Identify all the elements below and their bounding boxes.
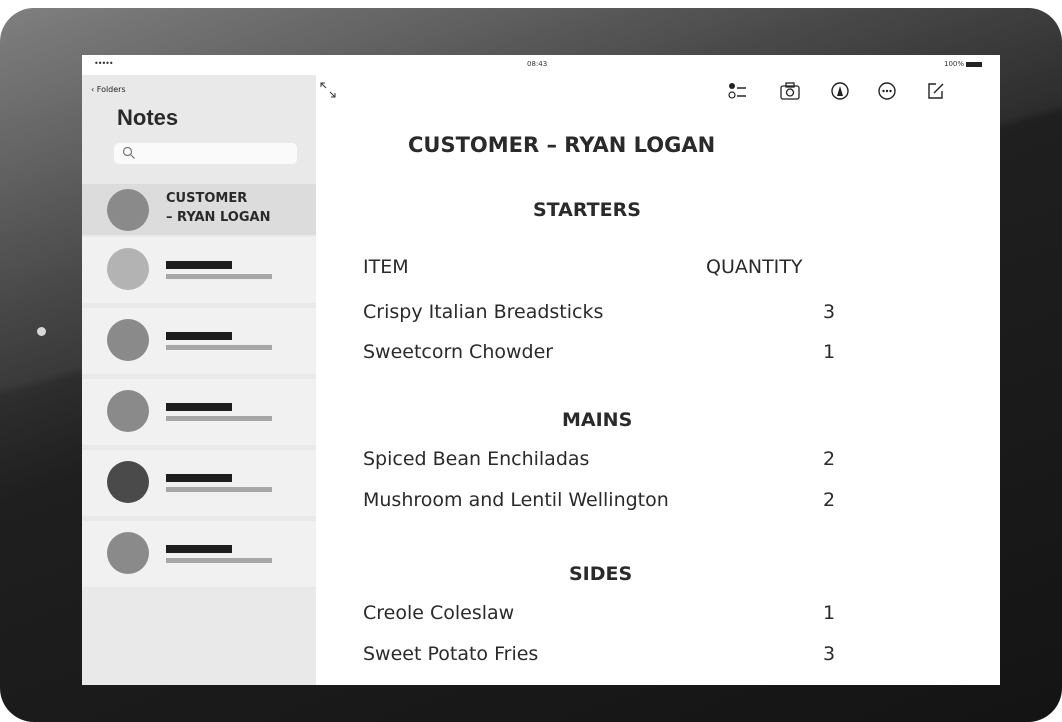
starter-item-name: Crispy Italian Breadsticks (363, 301, 604, 323)
note-list-item[interactable] (82, 521, 316, 587)
back-to-folders-link[interactable]: ‹ Folders (91, 85, 126, 94)
front-camera (37, 327, 46, 336)
column-header-quantity: QUANTITY (706, 256, 803, 278)
side-item-name: Sweet Potato Fries (363, 643, 539, 665)
sides-heading: SIDES (569, 563, 633, 585)
note-title-placeholder (166, 403, 232, 411)
chevron-left-icon: ‹ (91, 85, 95, 94)
starter-item-quantity: 3 (823, 301, 836, 323)
note-title-placeholder (166, 545, 232, 553)
note-list-item[interactable] (82, 237, 316, 303)
tablet-screen: ••••• 08:43 100% ‹ Folders Notes CUSTOME… (82, 55, 1000, 685)
search-icon (122, 146, 135, 159)
battery-icon (966, 61, 982, 67)
note-avatar (107, 248, 149, 290)
active-note-title: CUSTOMER – RYAN LOGAN (166, 189, 270, 227)
expand-icon[interactable] (320, 82, 336, 98)
note-list-item-active[interactable]: CUSTOMER – RYAN LOGAN (82, 184, 316, 235)
signal-indicator: ••••• (94, 59, 114, 68)
note-preview-placeholder (166, 345, 272, 350)
note-avatar (107, 319, 149, 361)
sidebar-title: Notes (117, 105, 179, 130)
status-time: 08:43 (527, 60, 548, 68)
active-note-title-line2: – RYAN LOGAN (166, 210, 271, 225)
starters-heading: STARTERS (533, 199, 641, 221)
main-item-quantity: 2 (823, 489, 836, 511)
note-avatar (107, 189, 149, 231)
mains-heading: MAINS (562, 409, 633, 431)
note-title-placeholder (166, 332, 232, 340)
side-item-quantity: 3 (823, 643, 836, 665)
search-input[interactable] (114, 143, 297, 164)
status-bar: ••••• 08:43 100% (82, 55, 1000, 75)
column-header-item: ITEM (363, 256, 409, 278)
note-preview-placeholder (166, 558, 272, 563)
side-item-name: Creole Coleslaw (363, 602, 515, 624)
active-note-title-line1: CUSTOMER (166, 191, 248, 206)
note-list-item[interactable] (82, 379, 316, 445)
side-item-quantity: 1 (823, 602, 836, 624)
note-list-item[interactable] (82, 450, 316, 516)
more-icon[interactable] (876, 80, 898, 102)
note-preview-placeholder (166, 487, 272, 492)
starter-item-name: Sweetcorn Chowder (363, 341, 554, 363)
note-title-placeholder (166, 474, 232, 482)
note-preview-placeholder (166, 274, 272, 279)
battery-percent: 100% (943, 60, 964, 68)
checklist-icon[interactable] (727, 80, 749, 102)
notes-sidebar: ‹ Folders Notes CUSTOMER – RYAN LOGAN (82, 75, 316, 685)
compose-icon[interactable] (925, 80, 947, 102)
note-preview-placeholder (166, 416, 272, 421)
note-avatar (107, 461, 149, 503)
main-item-quantity: 2 (823, 448, 836, 470)
battery-indicator: 100% (944, 60, 982, 68)
note-avatar (107, 390, 149, 432)
main-item-name: Mushroom and Lentil Wellington (363, 489, 669, 511)
markup-icon[interactable] (829, 80, 851, 102)
starter-item-quantity: 1 (823, 341, 836, 363)
main-item-name: Spiced Bean Enchiladas (363, 448, 590, 470)
folders-link-label: Folders (96, 85, 126, 94)
camera-icon[interactable] (779, 80, 801, 102)
note-list-item[interactable] (82, 308, 316, 374)
note-title: CUSTOMER – RYAN LOGAN (408, 133, 716, 157)
note-title-placeholder (166, 261, 232, 269)
note-avatar (107, 532, 149, 574)
